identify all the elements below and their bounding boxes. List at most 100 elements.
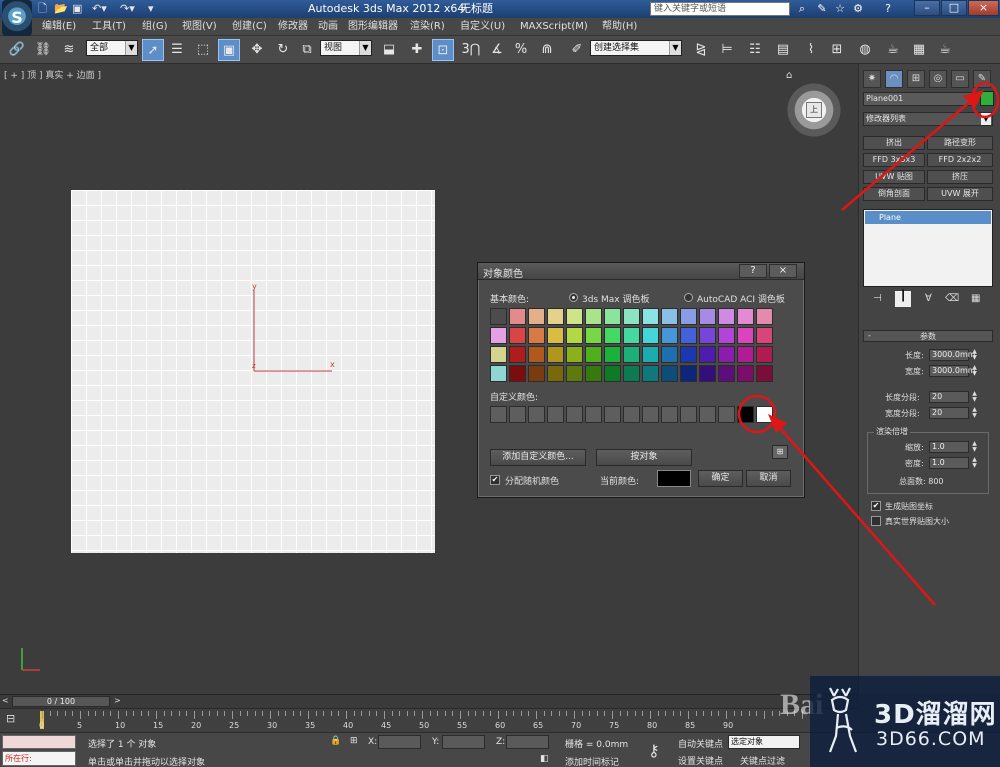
basic-color-swatch[interactable] <box>509 308 526 325</box>
menu-animation[interactable]: 动画 <box>318 20 338 34</box>
basic-color-swatch[interactable] <box>528 308 545 325</box>
dialog-close-button[interactable]: × <box>769 264 797 278</box>
app-logo-icon[interactable]: S <box>2 0 32 36</box>
maxscript-listener[interactable] <box>2 735 76 749</box>
basic-color-swatch[interactable] <box>718 308 735 325</box>
basic-color-swatch[interactable] <box>642 365 659 382</box>
modifier-ffd222-button[interactable]: FFD 2x2x2 <box>927 153 993 167</box>
basic-color-swatch[interactable] <box>642 308 659 325</box>
length-spinner[interactable]: 3000.0mm <box>929 349 976 361</box>
basic-color-swatch[interactable] <box>490 308 507 325</box>
named-selection-select[interactable]: 创建选择集 ▼ <box>590 40 682 56</box>
curve-editor-icon[interactable]: ⌇ <box>800 39 822 61</box>
close-button[interactable]: × <box>968 0 999 16</box>
custom-color-swatch[interactable] <box>604 406 621 423</box>
basic-color-swatch[interactable] <box>680 308 697 325</box>
spinner-arrows-icon[interactable]: ▲ ▼ <box>971 407 978 419</box>
basic-color-swatch[interactable] <box>528 327 545 344</box>
render-setup-icon[interactable]: ☕ <box>882 39 904 61</box>
basic-color-swatch[interactable] <box>756 327 773 344</box>
menu-rendering[interactable]: 渲染(R) <box>410 20 445 34</box>
basic-color-swatch[interactable] <box>680 365 697 382</box>
cancel-button[interactable]: 取消 <box>746 470 791 487</box>
basic-color-swatch[interactable] <box>585 365 602 382</box>
snaps-toggle-icon[interactable]: 3⋂ <box>460 39 482 61</box>
assign-random-checkbox[interactable]: ✔ <box>490 475 500 485</box>
tools-icon[interactable]: ✎ <box>814 1 830 17</box>
schematic-view-icon[interactable]: ⊞ <box>826 39 848 61</box>
move-icon[interactable]: ✥ <box>246 39 268 61</box>
modifier-extrude-button[interactable]: 挤出 <box>863 136 925 150</box>
basic-color-swatch[interactable] <box>718 327 735 344</box>
basic-color-swatch[interactable] <box>566 346 583 363</box>
menu-create[interactable]: 创建(C) <box>232 20 267 34</box>
menu-group[interactable]: 组(G) <box>142 20 168 34</box>
basic-color-swatch[interactable] <box>566 308 583 325</box>
basic-color-swatch[interactable] <box>490 346 507 363</box>
by-object-button[interactable]: 按对象 <box>596 449 692 466</box>
keyboard-shortcut-toggle-icon[interactable]: ⊡ <box>432 39 454 61</box>
make-unique-icon[interactable]: ∀ <box>925 293 932 304</box>
custom-color-swatch[interactable] <box>737 406 754 423</box>
basic-color-swatch[interactable] <box>547 346 564 363</box>
basic-color-swatch[interactable] <box>623 308 640 325</box>
add-time-tag[interactable]: 添加时间标记 <box>565 755 619 767</box>
modifier-unwrap-uvw-button[interactable]: UVW 展开 <box>927 187 993 201</box>
angle-snap-icon[interactable]: ∡ <box>486 39 508 61</box>
bind-space-warp-icon[interactable]: ≋ <box>58 39 80 61</box>
basic-color-swatch[interactable] <box>585 327 602 344</box>
home-icon[interactable]: ⌂ <box>786 70 792 81</box>
basic-color-swatch[interactable] <box>509 327 526 344</box>
spinner-snap-icon[interactable]: ⋒ <box>536 39 558 61</box>
set-key-button[interactable]: 设置关键点 <box>678 754 723 767</box>
modifier-ffd333-button[interactable]: FFD 3x3x3 <box>863 153 925 167</box>
new-file-icon[interactable]: 🗋 <box>38 2 47 16</box>
basic-color-swatch[interactable] <box>585 346 602 363</box>
custom-color-swatch[interactable] <box>661 406 678 423</box>
basic-color-swatch[interactable] <box>604 365 621 382</box>
dialog-title-bar[interactable]: 对象颜色 ? × <box>478 263 804 280</box>
time-slider[interactable]: < 0 / 100 > <box>0 694 858 708</box>
basic-color-swatch[interactable] <box>509 346 526 363</box>
custom-color-swatch[interactable] <box>642 406 659 423</box>
y-coordinate-field[interactable] <box>442 735 485 749</box>
modifier-path-deform-button[interactable]: 路径变形 <box>927 136 993 150</box>
custom-color-swatch[interactable] <box>623 406 640 423</box>
layer-manager-icon[interactable]: ☷ <box>744 39 766 61</box>
save-file-icon[interactable]: ▣ <box>72 2 82 16</box>
select-manipulate-icon[interactable]: ✚ <box>406 39 428 61</box>
basic-color-swatch[interactable] <box>585 308 602 325</box>
help-icon[interactable]: ? <box>880 1 896 17</box>
favorites-icon[interactable]: ☆ <box>832 1 848 17</box>
quick-access-dropdown-icon[interactable]: ▾ <box>148 2 154 16</box>
maximize-button[interactable]: □ <box>941 0 967 16</box>
utilities-tab-icon[interactable]: ✎ <box>973 70 991 88</box>
menu-tools[interactable]: 工具(T) <box>92 20 126 34</box>
add-custom-color-button[interactable]: 添加自定义颜色... <box>490 449 586 466</box>
gen-mapping-checkbox[interactable]: ✔ <box>871 501 881 511</box>
basic-color-swatch[interactable] <box>604 327 621 344</box>
z-coordinate-field[interactable] <box>506 735 549 749</box>
remove-modifier-icon[interactable]: ⌫ <box>945 293 959 304</box>
basic-color-swatch[interactable] <box>737 308 754 325</box>
ok-button[interactable]: 确定 <box>698 470 743 487</box>
display-tab-icon[interactable]: ▭ <box>951 70 969 88</box>
motion-tab-icon[interactable]: ◎ <box>929 70 947 88</box>
basic-color-swatch[interactable] <box>661 327 678 344</box>
settings-icon[interactable]: ⚙ <box>850 1 866 17</box>
custom-color-swatch[interactable] <box>756 406 773 423</box>
undo-icon[interactable]: ↶▾ <box>92 2 107 16</box>
basic-color-swatch[interactable] <box>528 346 545 363</box>
width-spinner[interactable]: 3000.0mm <box>929 365 976 377</box>
parameters-rollout-header[interactable]: - 参数 <box>863 330 993 342</box>
track-bar[interactable]: ⊟ 0 5 10 15 20 25 30 35 40 45 50 55 60 65 70 75 80 85 90 <box>0 708 858 732</box>
modifier-list-select[interactable]: 修改器列表 ▼ <box>863 112 993 126</box>
menu-graph-editors[interactable]: 图形编辑器 <box>348 20 398 34</box>
palette-autocad-radio[interactable] <box>684 293 693 302</box>
menu-views[interactable]: 视图(V) <box>182 20 217 34</box>
basic-color-swatch[interactable] <box>718 346 735 363</box>
basic-color-swatch[interactable] <box>566 327 583 344</box>
key-filters-button[interactable]: 关键点过滤 <box>740 754 785 767</box>
dialog-help-button[interactable]: ? <box>739 264 767 278</box>
basic-color-swatch[interactable] <box>699 327 716 344</box>
